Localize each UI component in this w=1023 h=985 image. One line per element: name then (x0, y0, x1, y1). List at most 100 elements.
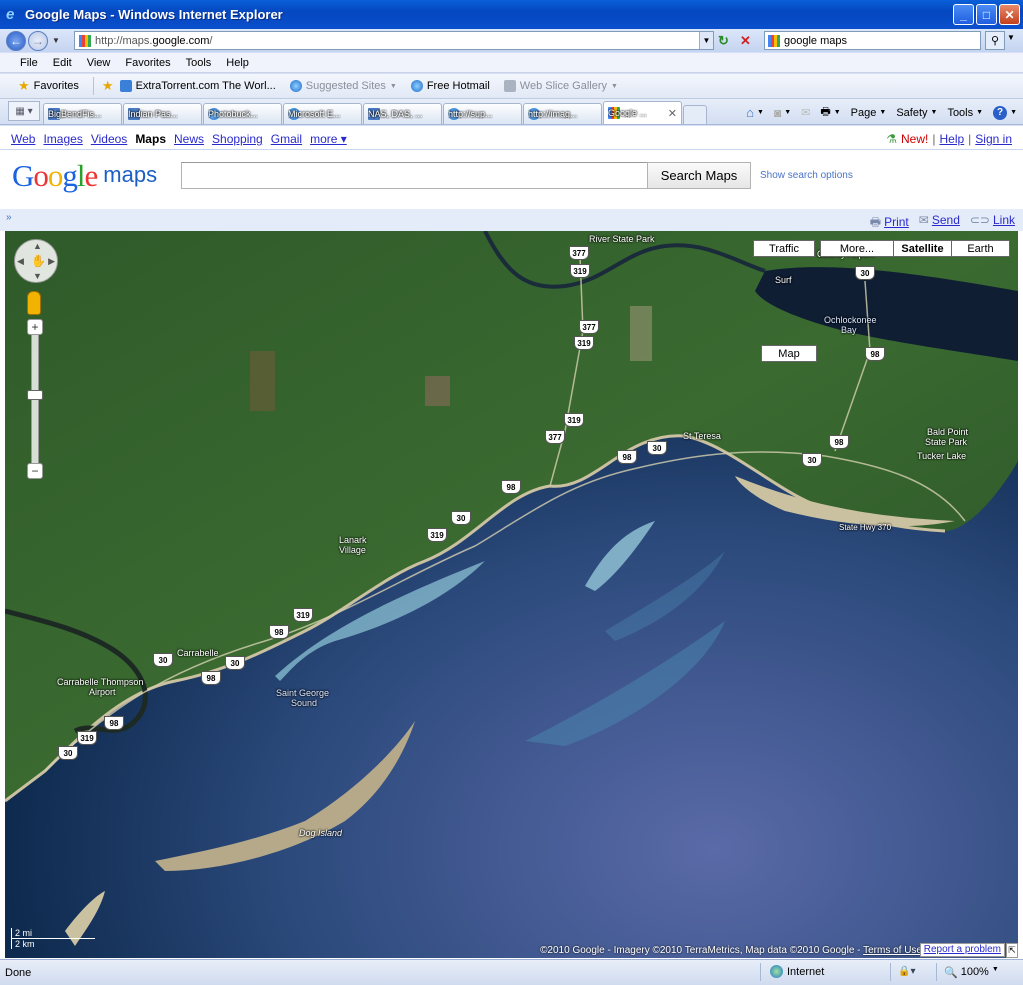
map-type-controls: Traffic More... Map Satellite Earth (750, 240, 1010, 362)
recent-pages-dropdown[interactable]: ▼ (52, 36, 60, 45)
stop-icon[interactable]: ✕ (740, 33, 756, 49)
tab-photobucket[interactable]: Photobuck... (203, 103, 282, 124)
help-menu[interactable]: ? ▼ (993, 105, 1017, 120)
favorite-web-slice-gallery[interactable]: Web Slice Gallery ▼ (503, 80, 618, 92)
scale-km: 2 km (11, 939, 71, 949)
pan-up-icon[interactable]: ▲ (33, 241, 42, 251)
favorites-button[interactable]: ★ Favorites (18, 78, 79, 94)
tab-http-sup[interactable]: http://sup... (443, 103, 522, 124)
menu-favorites[interactable]: Favorites (125, 57, 170, 69)
labs-flask-icon: ⚗ (886, 132, 898, 146)
tab-bigbendfis[interactable]: BigBendFis... (43, 103, 122, 124)
street-view-pegman-icon[interactable] (27, 291, 41, 315)
zoom-slider[interactable] (27, 335, 43, 463)
refresh-icon[interactable]: ↻ (718, 33, 734, 49)
zoom-slider-thumb[interactable] (27, 390, 43, 400)
map-label: State Hwy 370 (839, 523, 892, 532)
window-controls: _ □ ✕ (953, 4, 1020, 25)
add-favorite-icon[interactable]: ★ (102, 78, 114, 94)
tab-http-imag[interactable]: http://imag... (523, 103, 602, 124)
close-tab-icon[interactable]: ✕ (665, 107, 677, 120)
menu-tools[interactable]: Tools (186, 57, 212, 69)
satellite-map[interactable]: River State Park County Airport Surf Och… (5, 231, 1018, 958)
maximize-button[interactable]: □ (976, 4, 997, 25)
close-button[interactable]: ✕ (999, 4, 1020, 25)
zoom-level[interactable]: 🔍 100% ▼ (944, 966, 999, 979)
tab-nas-das[interactable]: NAS, DAS, ... (363, 103, 442, 124)
page-menu[interactable]: Page ▼ (851, 107, 887, 119)
pan-right-icon[interactable]: ▶ (48, 256, 55, 267)
expand-panel-icon[interactable]: » (6, 212, 12, 223)
favorite-extratorrent[interactable]: ExtraTorrent.com The Worl... (119, 80, 276, 92)
zoom-value: 100% (960, 966, 989, 978)
protected-mode-icon[interactable]: 🔒▾ (898, 966, 915, 977)
tab-label: BigBendFis... (48, 109, 102, 119)
help-link[interactable]: Help (939, 132, 964, 146)
minimize-button[interactable]: _ (953, 4, 974, 25)
tools-menu[interactable]: Tools ▼ (947, 107, 983, 119)
menu-view[interactable]: View (87, 57, 111, 69)
gbar-news[interactable]: News (174, 132, 204, 146)
more-button[interactable]: More... (820, 240, 894, 257)
search-button[interactable]: ⚲ (985, 31, 1005, 50)
favorite-label: Free Hotmail (426, 80, 490, 92)
address-bar[interactable]: http://maps.google.com/ ▼ (74, 31, 714, 50)
pan-left-icon[interactable]: ◀ (17, 256, 24, 267)
show-search-options-link[interactable]: Show search options (760, 170, 853, 181)
gbar-shopping[interactable]: Shopping (212, 132, 263, 146)
route-shield: 319 (427, 528, 447, 542)
menu-file[interactable]: File (20, 57, 38, 69)
new-tab-button[interactable] (683, 105, 707, 124)
tab-google-maps[interactable]: Google ... ✕ (603, 101, 682, 124)
map-type-satellite[interactable]: Satellite (894, 240, 952, 257)
route-shield: 98 (201, 671, 221, 685)
google-maps-page: Web Images Videos Maps News Shopping Gma… (0, 126, 1023, 959)
quick-tabs-button[interactable]: ▦ ▾ (8, 101, 40, 121)
gbar-images[interactable]: Images (43, 132, 82, 146)
terms-of-use-link[interactable]: Terms of Use (863, 945, 922, 956)
gbar-more[interactable]: more ▾ (310, 132, 347, 146)
back-button[interactable]: ← (6, 30, 26, 51)
gbar-web[interactable]: Web (11, 132, 35, 146)
gbar-gmail[interactable]: Gmail (271, 132, 302, 146)
feeds-button[interactable]: ◙ ▼ (774, 106, 791, 120)
sign-in-link[interactable]: Sign in (975, 132, 1012, 146)
read-mail-button[interactable]: ✉ (801, 106, 810, 119)
favorite-label: Web Slice Gallery (519, 80, 608, 92)
menu-help[interactable]: Help (226, 57, 249, 69)
favorite-free-hotmail[interactable]: Free Hotmail (410, 80, 490, 92)
ie-page-icon (289, 80, 302, 92)
map-type-earth[interactable]: Earth (952, 240, 1010, 257)
route-shield: 98 (104, 716, 124, 730)
maps-search-input[interactable] (181, 162, 648, 189)
tab-microsoft[interactable]: Microsoft E... (283, 103, 362, 124)
overview-toggle-icon[interactable]: ⇱ (1006, 943, 1018, 958)
map-label: State Park (925, 437, 968, 447)
home-button[interactable]: ⌂ ▼ (746, 105, 764, 120)
forward-button[interactable]: → (28, 30, 48, 51)
favorite-suggested-sites[interactable]: Suggested Sites ▼ (289, 80, 397, 92)
map-type-map[interactable]: Map (761, 345, 817, 362)
search-maps-button[interactable]: Search Maps (647, 162, 751, 189)
search-box[interactable]: google maps (764, 31, 981, 50)
safety-menu[interactable]: Safety ▼ (896, 107, 937, 119)
gbar-videos[interactable]: Videos (91, 132, 127, 146)
traffic-button[interactable]: Traffic (753, 240, 815, 257)
tab-label: NAS, DAS, ... (368, 109, 423, 119)
scale-miles: 2 mi (11, 928, 95, 939)
pan-down-icon[interactable]: ▼ (33, 271, 42, 281)
page-icon (119, 80, 132, 92)
menu-edit[interactable]: Edit (53, 57, 72, 69)
map-label: Village (339, 545, 366, 555)
google-maps-logo[interactable]: Google maps (12, 158, 157, 194)
search-options-dropdown[interactable]: ▼ (1007, 33, 1015, 42)
page-menu-label: Page (850, 106, 877, 119)
zoom-out-button[interactable]: − (27, 463, 43, 479)
report-problem-link[interactable]: Report a problem (919, 943, 1005, 957)
tab-indian-pass[interactable]: Indian Pas... (123, 103, 202, 124)
zoom-in-button[interactable]: + (27, 319, 43, 335)
security-zone[interactable]: Internet (770, 965, 824, 978)
pan-control[interactable]: ▲ ▼ ◀ ▶ ✋ (14, 239, 58, 283)
address-dropdown[interactable]: ▼ (699, 32, 713, 49)
print-button[interactable]: 🖶 ▼ (820, 103, 840, 122)
